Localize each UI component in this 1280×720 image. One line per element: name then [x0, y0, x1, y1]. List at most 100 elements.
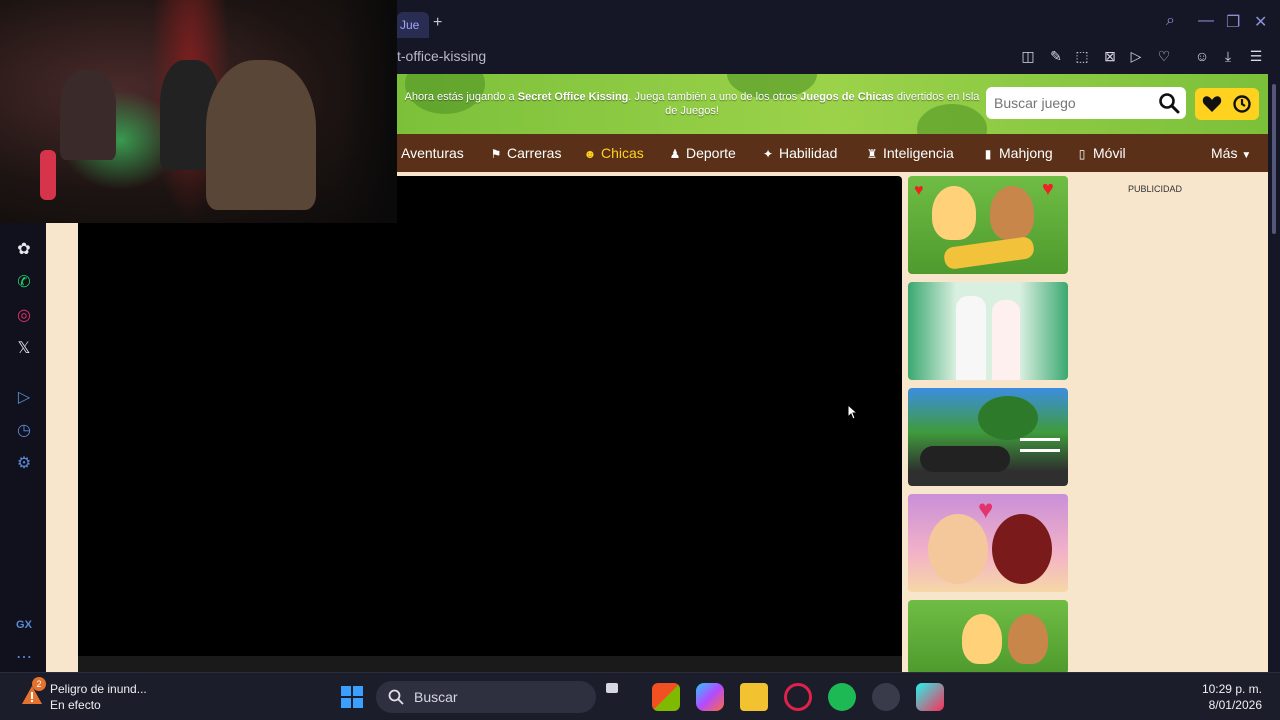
tiktok-icon[interactable] — [916, 683, 944, 711]
nav-label: Deporte — [686, 145, 736, 161]
bottle — [40, 150, 56, 200]
game-name[interactable]: Secret Office Kissing — [518, 91, 629, 103]
game-thumbnail-kissing[interactable]: ♥ — [908, 494, 1068, 592]
account-icon[interactable]: ☺ — [1192, 46, 1212, 66]
skill-icon: ✦ — [762, 147, 774, 161]
webcam-overlay — [0, 0, 397, 223]
nav-label: Más — [1211, 145, 1238, 161]
task-view-icon[interactable] — [606, 683, 618, 693]
player-icon[interactable]: ▷ — [13, 387, 35, 409]
instagram-icon[interactable]: ◎ — [13, 305, 35, 327]
spotify-icon[interactable] — [828, 683, 856, 711]
heart-icon: ♥ — [978, 494, 994, 524]
new-tab-button[interactable]: + — [433, 12, 442, 34]
title-logo — [942, 235, 1036, 271]
nav-label: Habilidad — [779, 145, 838, 161]
fence — [1020, 438, 1060, 452]
motorcycle — [920, 446, 1010, 472]
search-tabs-icon[interactable]: ⌕ — [1166, 12, 1175, 30]
game-thumbnail-jim-loves-mary[interactable]: ♥ ♥ — [908, 176, 1068, 274]
nav-item-carreras[interactable]: ⚑ Carreras — [489, 134, 562, 172]
category-link[interactable]: Juegos de Chicas — [800, 91, 894, 103]
game-player[interactable] — [78, 176, 902, 672]
player-icon[interactable]: ▷ — [1126, 46, 1146, 66]
tree — [978, 396, 1038, 440]
nav-label: Carreras — [507, 145, 562, 161]
nav-item-inteligencia[interactable]: ♜ Inteligencia — [865, 134, 954, 172]
nav-item-aventuras[interactable]: Aventuras — [401, 134, 464, 172]
banner-text-part: . Juega también a uno de los otros — [628, 91, 801, 103]
close-icon[interactable]: ✕ — [1254, 12, 1267, 32]
restore-icon[interactable]: ❐ — [1226, 12, 1240, 32]
x-twitter-icon[interactable]: 𝕏 — [13, 338, 35, 360]
pin-icon[interactable]: ✎ — [1046, 46, 1066, 66]
whatsapp-icon[interactable]: ✆ — [13, 272, 35, 294]
nav-label: Aventuras — [401, 145, 464, 161]
nav-item-chicas[interactable]: ☻ Chicas — [583, 134, 644, 172]
search-icon — [388, 689, 404, 705]
character — [992, 514, 1052, 584]
page-scrollbar[interactable] — [1268, 74, 1280, 672]
person — [206, 60, 316, 210]
microsoft-store-icon[interactable] — [652, 683, 680, 711]
windows-taskbar: 2 Peligro de inund... En efecto Buscar 1… — [0, 672, 1280, 720]
game-controls-bar — [78, 656, 902, 672]
character — [962, 614, 1002, 664]
nav-label: Chicas — [601, 145, 644, 161]
character — [990, 186, 1034, 240]
download-icon[interactable]: ⤓ — [1218, 46, 1238, 66]
game-search-input[interactable] — [994, 87, 1154, 119]
favorites-heart-icon[interactable] — [1202, 95, 1222, 113]
chevron-down-icon: ▼ — [1241, 150, 1252, 161]
menu-icon[interactable]: ☰ — [1246, 46, 1266, 66]
nav-more-button[interactable]: Más ▼ — [1211, 134, 1251, 172]
game-thumbnail-hospital[interactable] — [908, 282, 1068, 380]
notification-title: Peligro de inund... — [50, 682, 147, 696]
chatgpt-app-icon[interactable] — [872, 683, 900, 711]
game-thumbnail-motorcycle[interactable] — [908, 388, 1068, 486]
weather-alert-icon[interactable]: 2 — [20, 677, 46, 707]
nav-label: Inteligencia — [883, 145, 954, 161]
chess-icon: ♜ — [866, 147, 878, 161]
address-bar[interactable]: t-office-kissing — [397, 44, 997, 68]
opera-gx-icon[interactable] — [784, 683, 812, 711]
character — [956, 296, 986, 380]
nav-label: Móvil — [1093, 145, 1126, 161]
scrollbar-thumb[interactable] — [1272, 84, 1276, 234]
girl-face-icon: ☻ — [583, 147, 597, 161]
nav-item-movil[interactable]: ▯ Móvil — [1075, 134, 1126, 172]
nav-item-habilidad[interactable]: ✦ Habilidad — [761, 134, 837, 172]
file-explorer-icon[interactable] — [740, 683, 768, 711]
settings-gear-icon[interactable]: ⚙ — [13, 453, 35, 475]
browser-toolbar: ◫ ✎ ⬚ ⊠ ▷ ♡ ☺ ⤓ ☰ — [1016, 46, 1276, 68]
quick-actions — [1195, 88, 1259, 120]
ad-label: PUBLICIDAD — [1128, 184, 1183, 194]
microsoft-365-icon[interactable] — [696, 683, 724, 711]
notification-subtitle: En efecto — [50, 698, 101, 712]
system-clock[interactable]: 10:29 p. m. 8/01/2026 — [1202, 681, 1262, 713]
history-icon[interactable]: ◷ — [13, 420, 35, 442]
nav-item-mahjong[interactable]: ▮ Mahjong — [981, 134, 1053, 172]
clock-date: 8/01/2026 — [1208, 698, 1262, 712]
adblock-icon[interactable]: ⊠ — [1100, 46, 1120, 66]
shirt-icon: ♟ — [669, 147, 681, 161]
nav-item-deporte[interactable]: ♟ Deporte — [668, 134, 736, 172]
now-playing-text: Ahora estás jugando a Secret Office Kiss… — [397, 90, 987, 118]
minimize-icon[interactable]: — — [1198, 12, 1214, 30]
gx-corner-icon[interactable]: GX — [13, 614, 35, 636]
mahjong-tile-icon: ▮ — [984, 147, 992, 161]
history-icon[interactable] — [1232, 94, 1252, 114]
game-thumbnail-jim-loves-mary[interactable] — [908, 600, 1068, 672]
game-search-box — [986, 87, 1186, 119]
snapshot-icon[interactable]: ⬚ — [1072, 46, 1092, 66]
split-view-icon[interactable]: ◫ — [1018, 46, 1038, 66]
windows-start-icon[interactable] — [338, 683, 366, 711]
bookmark-heart-icon[interactable]: ♡ — [1154, 46, 1174, 66]
browser-tab[interactable]: Jue — [397, 12, 429, 38]
chatgpt-icon[interactable]: ✿ — [13, 239, 35, 261]
more-options-icon[interactable]: ⋯ — [13, 647, 35, 669]
taskbar-search[interactable]: Buscar — [376, 681, 596, 713]
search-icon[interactable] — [1158, 92, 1180, 114]
weather-notification[interactable]: Peligro de inund... En efecto — [50, 681, 147, 713]
clock-time: 10:29 p. m. — [1201, 682, 1262, 696]
